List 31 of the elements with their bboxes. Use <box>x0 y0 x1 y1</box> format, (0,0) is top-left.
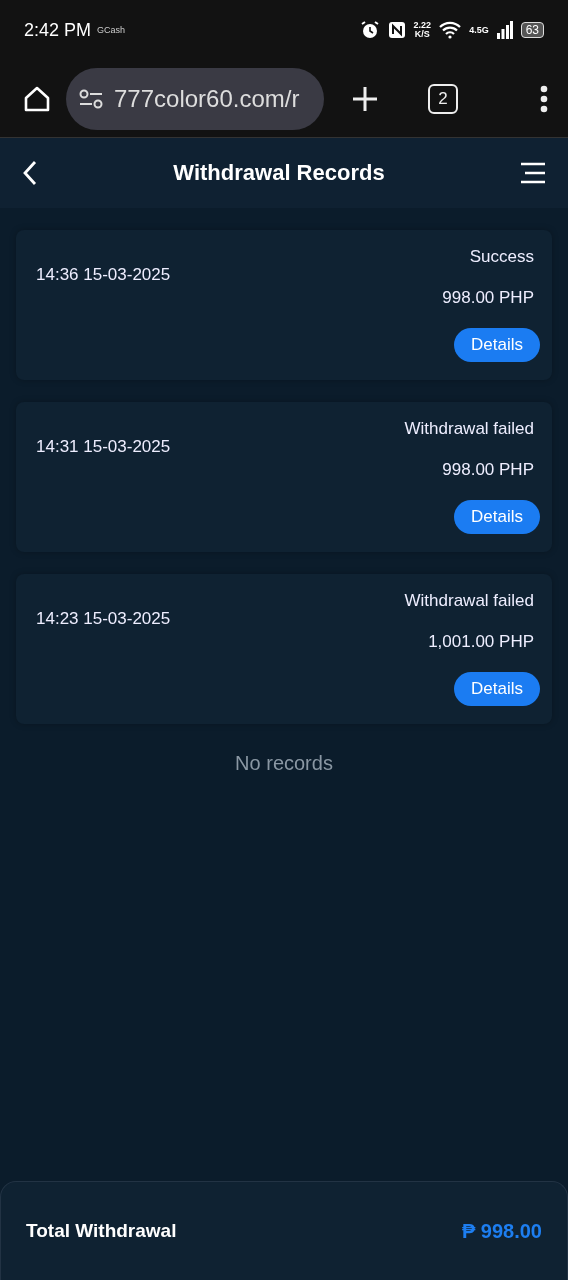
network-speed: 2.22 K/S <box>413 21 432 39</box>
menu-icon[interactable] <box>520 162 546 184</box>
record-time: 14:36 15-03-2025 <box>36 265 171 286</box>
record-status: Withdrawal failed <box>404 590 534 611</box>
record-amount: 1,001.00 PHP <box>428 631 534 652</box>
total-amount: ₱ 998.00 <box>461 1219 542 1243</box>
details-button[interactable]: Details <box>454 500 540 534</box>
page-title: Withdrawal Records <box>173 160 385 186</box>
record-status: Withdrawal failed <box>404 418 534 439</box>
signal-icon <box>496 21 513 39</box>
record-amount: 998.00 PHP <box>442 459 534 480</box>
network-type: 4.5G <box>469 25 489 35</box>
record-status: Success <box>469 246 534 267</box>
empty-message: No records <box>234 752 334 775</box>
battery-level: 63 <box>520 22 544 38</box>
notification-label: GCash <box>97 25 126 35</box>
record-amount: 998.00 PHP <box>442 287 534 308</box>
record-time: 14:23 15-03-2025 <box>36 609 171 630</box>
alarm-icon <box>359 20 380 40</box>
record-time: 14:31 15-03-2025 <box>36 437 171 458</box>
tabs-button[interactable]: 2 <box>428 83 458 114</box>
more-menu-icon[interactable] <box>540 84 548 113</box>
address-bar[interactable]: 777color60.com/r <box>66 67 324 130</box>
details-button[interactable]: Details <box>454 672 540 706</box>
details-button[interactable]: Details <box>454 328 540 362</box>
nfc-icon <box>387 21 406 39</box>
status-time: 2:42 PM <box>24 19 92 41</box>
site-settings-icon <box>78 87 104 110</box>
wifi-icon <box>439 21 462 39</box>
back-button[interactable] <box>22 160 38 186</box>
total-label: Total Withdrawal <box>26 1220 177 1242</box>
